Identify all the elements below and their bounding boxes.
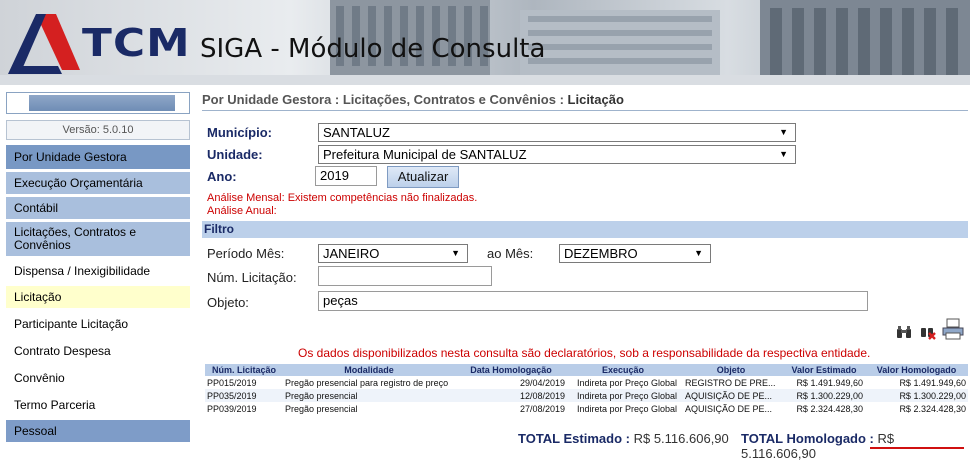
clear-search-icon[interactable] (920, 324, 936, 340)
cell-num-licitacao[interactable]: PP035/2019 (205, 389, 283, 402)
num-licitacao-input[interactable] (318, 266, 492, 286)
unidade-select[interactable]: Prefeitura Municipal de SANTALUZ ▼ (318, 145, 796, 164)
cell-valor-estimado: R$ 1.491.949,60 (796, 377, 863, 388)
cell-num-licitacao[interactable]: PP015/2019 (205, 376, 283, 389)
version-label: Versão: 5.0.10 (6, 120, 190, 140)
cell-valor-estimado: R$ 2.324.428,30 (796, 403, 863, 414)
sidebar: Versão: 5.0.10 Por Unidade Gestora Execu… (6, 92, 190, 442)
main-content: Por Unidade Gestora : Licitações, Contra… (202, 88, 968, 461)
col-objeto[interactable]: Objeto (679, 364, 783, 376)
col-modalidade[interactable]: Modalidade (283, 364, 455, 376)
tcm-logo-mark (8, 14, 80, 74)
cell-execucao: Indireta por Preço Global (576, 377, 677, 388)
chevron-down-icon: ▼ (779, 127, 788, 137)
total-homologado: TOTAL Homologado : R$ 5.116.606,90 (741, 431, 968, 461)
periodo-label: Período Mês: (207, 246, 285, 261)
chevron-down-icon: ▼ (779, 149, 788, 159)
cell-objeto: AQUISIÇÃO DE PE... (685, 403, 773, 414)
cell-modalidade: Pregão presencial (283, 389, 455, 402)
cell-data-homologacao: 27/08/2019 (519, 403, 565, 414)
sidebar-item-contabil[interactable]: Contábil (6, 197, 190, 219)
sidebar-item-pessoal[interactable]: Pessoal (6, 420, 190, 442)
cell-data-homologacao: 29/04/2019 (519, 377, 565, 388)
cell-execucao: Indireta por Preço Global (576, 403, 677, 414)
col-data-homologacao[interactable]: Data Homologação (455, 364, 567, 376)
print-icon[interactable] (941, 318, 965, 340)
table-row[interactable]: PP015/2019 Pregão presencial para regist… (205, 376, 968, 389)
ano-input[interactable]: 2019 (315, 166, 377, 186)
objeto-input[interactable]: peças (318, 291, 868, 311)
chevron-down-icon: ▼ (694, 248, 703, 258)
cell-valor-estimado: R$ 1.300.229,00 (783, 389, 865, 402)
filter-section-title: Filtro (202, 221, 968, 238)
sidebar-item-licitacoes-contratos-convenios[interactable]: Licitações, Contratos e Convênios (6, 222, 190, 256)
sidebar-item-por-unidade-gestora[interactable]: Por Unidade Gestora (6, 145, 190, 169)
ano-label: Ano: (207, 169, 237, 184)
periodo-select[interactable]: JANEIRO ▼ (318, 244, 468, 263)
cell-valor-homologado: R$ 1.491.949,60 (899, 377, 966, 388)
sidebar-item-dispensa-inexigibilidade[interactable]: Dispensa / Inexigibilidade (6, 260, 190, 282)
disclaimer-text: Os dados disponibilizados nesta consulta… (298, 346, 871, 360)
unidade-label: Unidade: (207, 147, 263, 162)
objeto-label: Objeto: (207, 295, 249, 310)
sidebar-item-execucao-orcamentaria[interactable]: Execução Orçamentária (6, 172, 190, 194)
sidebar-item-licitacao[interactable]: Licitação (6, 286, 190, 308)
app-header: TCM SIGA - Módulo de Consulta (0, 0, 970, 85)
results-table: Núm. Licitação Modalidade Data Homologaç… (205, 364, 968, 415)
cell-num-licitacao[interactable]: PP039/2019 (205, 402, 283, 415)
app-title: SIGA - Módulo de Consulta (200, 34, 546, 64)
warning-anual: Análise Anual: (207, 205, 277, 217)
warning-mensal: Análise Mensal: Existem competências não… (207, 192, 478, 204)
cell-objeto: REGISTRO DE PRE... (685, 377, 776, 388)
sidebar-item-participante-licitacao[interactable]: Participante Licitação (6, 313, 190, 335)
sidebar-item-convenio[interactable]: Convênio (6, 367, 190, 389)
col-valor-estimado[interactable]: Valor Estimado (783, 364, 865, 376)
col-valor-homologado[interactable]: Valor Homologado (865, 364, 968, 376)
num-licitacao-label: Núm. Licitação: (207, 270, 297, 285)
col-num-licitacao[interactable]: Núm. Licitação (205, 364, 283, 376)
cell-data-homologacao: 12/08/2019 (455, 389, 567, 402)
sidebar-item-contrato-despesa[interactable]: Contrato Despesa (6, 340, 190, 362)
municipio-label: Município: (207, 125, 272, 140)
cell-valor-homologado: R$ 2.324.428,30 (899, 403, 966, 414)
cell-modalidade: Pregão presencial (285, 403, 358, 414)
table-row[interactable]: PP039/2019 Pregão presencial 27/08/2019 … (205, 402, 968, 415)
cell-execucao: Indireta por Preço Global (567, 389, 679, 402)
total-estimado-label: TOTAL Estimado : (518, 431, 630, 446)
table-row[interactable]: PP035/2019 Pregão presencial 12/08/2019 … (205, 389, 968, 402)
atualizar-button[interactable]: Atualizar (387, 166, 459, 188)
breadcrumb: Por Unidade Gestora : Licitações, Contra… (202, 88, 968, 111)
table-header-row: Núm. Licitação Modalidade Data Homologaç… (205, 364, 968, 376)
total-estimado: TOTAL Estimado : R$ 5.116.606,90 (518, 431, 729, 446)
breadcrumb-current: Licitação (567, 92, 624, 107)
total-estimado-value: R$ 5.116.606,90 (633, 431, 729, 446)
tcm-logo-text: TCM (82, 21, 191, 65)
cell-valor-homologado: R$ 1.300.229,00 (865, 389, 968, 402)
sidebar-item-termo-parceria[interactable]: Termo Parceria (6, 394, 190, 416)
breadcrumb-path: Por Unidade Gestora : Licitações, Contra… (202, 92, 568, 107)
cell-objeto: AQUISIÇÃO DE PE... (679, 389, 783, 402)
binoculars-icon[interactable] (896, 324, 912, 340)
total-homologado-label: TOTAL Homologado : (741, 431, 874, 446)
user-bar (6, 92, 190, 114)
ao-mes-label: ao Mês: (487, 246, 534, 261)
chevron-down-icon: ▼ (451, 248, 460, 258)
municipio-select[interactable]: SANTALUZ ▼ (318, 123, 796, 142)
ao-mes-select[interactable]: DEZEMBRO ▼ (559, 244, 711, 263)
cell-modalidade: Pregão presencial para registro de preço (285, 377, 449, 388)
total-homologado-underline (870, 447, 964, 449)
col-execucao[interactable]: Execução (567, 364, 679, 376)
